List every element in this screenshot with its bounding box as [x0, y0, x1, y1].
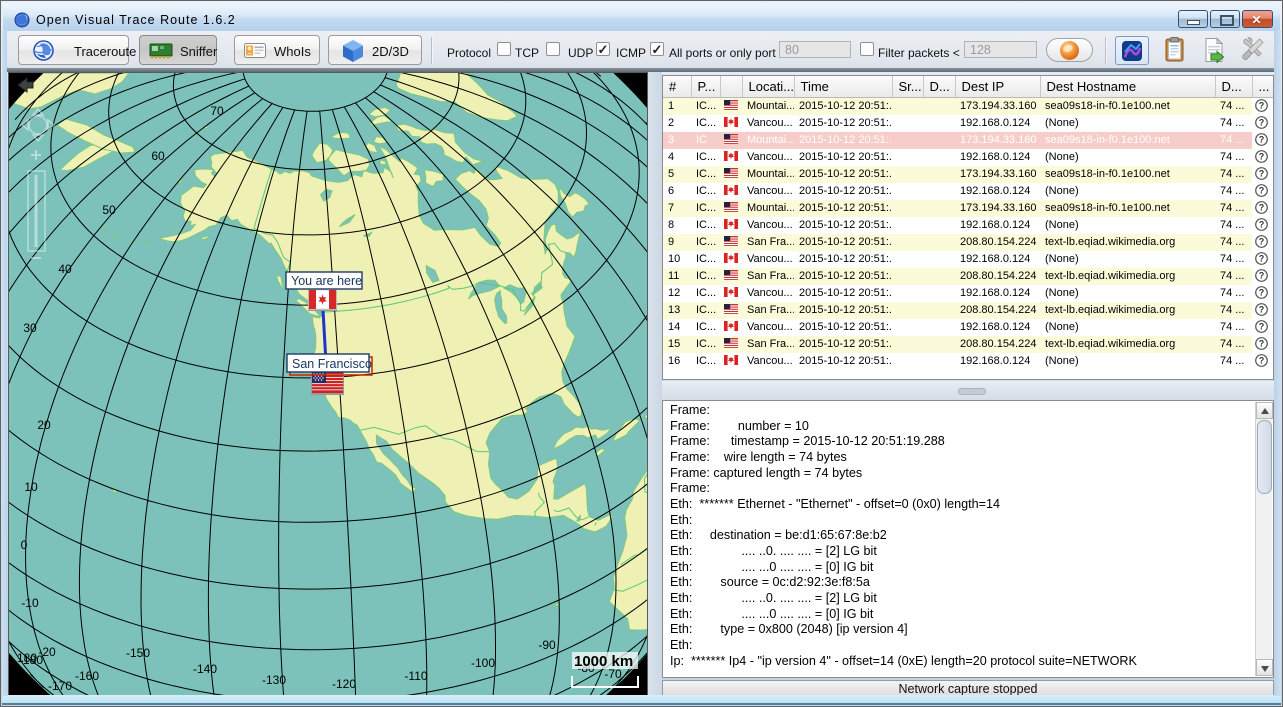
svg-text:?: ?	[1259, 100, 1265, 110]
svg-text:?: ?	[1259, 270, 1265, 280]
svg-text:?: ?	[1259, 117, 1265, 127]
svg-text:?: ?	[1259, 321, 1265, 331]
svg-text:?: ?	[1259, 151, 1265, 161]
svg-text:20: 20	[37, 418, 51, 432]
svg-text:-20: -20	[38, 645, 56, 659]
svg-text:?: ?	[1259, 253, 1265, 263]
svg-text:-130: -130	[262, 673, 286, 687]
svg-text:1000 km: 1000 km	[574, 653, 633, 670]
svg-text:-140: -140	[193, 662, 217, 676]
svg-text:-120: -120	[332, 677, 356, 691]
svg-text:0: 0	[21, 538, 28, 552]
svg-text:?: ?	[1259, 236, 1265, 246]
svg-text:-170: -170	[48, 679, 72, 693]
svg-text:70: 70	[210, 104, 224, 118]
svg-text:?: ?	[1259, 355, 1265, 365]
svg-text:10: 10	[24, 480, 38, 494]
svg-text:40: 40	[58, 262, 72, 276]
svg-text:?: ?	[1259, 134, 1265, 144]
svg-text:?: ?	[1259, 219, 1265, 229]
svg-text:San Francisco: San Francisco	[292, 357, 372, 371]
svg-text:You are here: You are here	[291, 274, 362, 288]
svg-text:60: 60	[151, 149, 165, 163]
svg-text:-100: -100	[471, 656, 495, 670]
svg-text:-150: -150	[126, 646, 150, 660]
svg-text:-160: -160	[75, 669, 99, 683]
svg-text:30: 30	[23, 321, 37, 335]
svg-text:?: ?	[1259, 287, 1265, 297]
svg-text:?: ?	[1259, 185, 1265, 195]
svg-text:?: ?	[1259, 338, 1265, 348]
svg-text:?: ?	[1259, 304, 1265, 314]
svg-text:-110: -110	[404, 669, 427, 683]
svg-text:?: ?	[1259, 202, 1265, 212]
svg-text:50: 50	[102, 203, 116, 217]
svg-text:-10: -10	[21, 596, 39, 610]
svg-text:-90: -90	[538, 638, 556, 652]
svg-text:?: ?	[1259, 168, 1265, 178]
